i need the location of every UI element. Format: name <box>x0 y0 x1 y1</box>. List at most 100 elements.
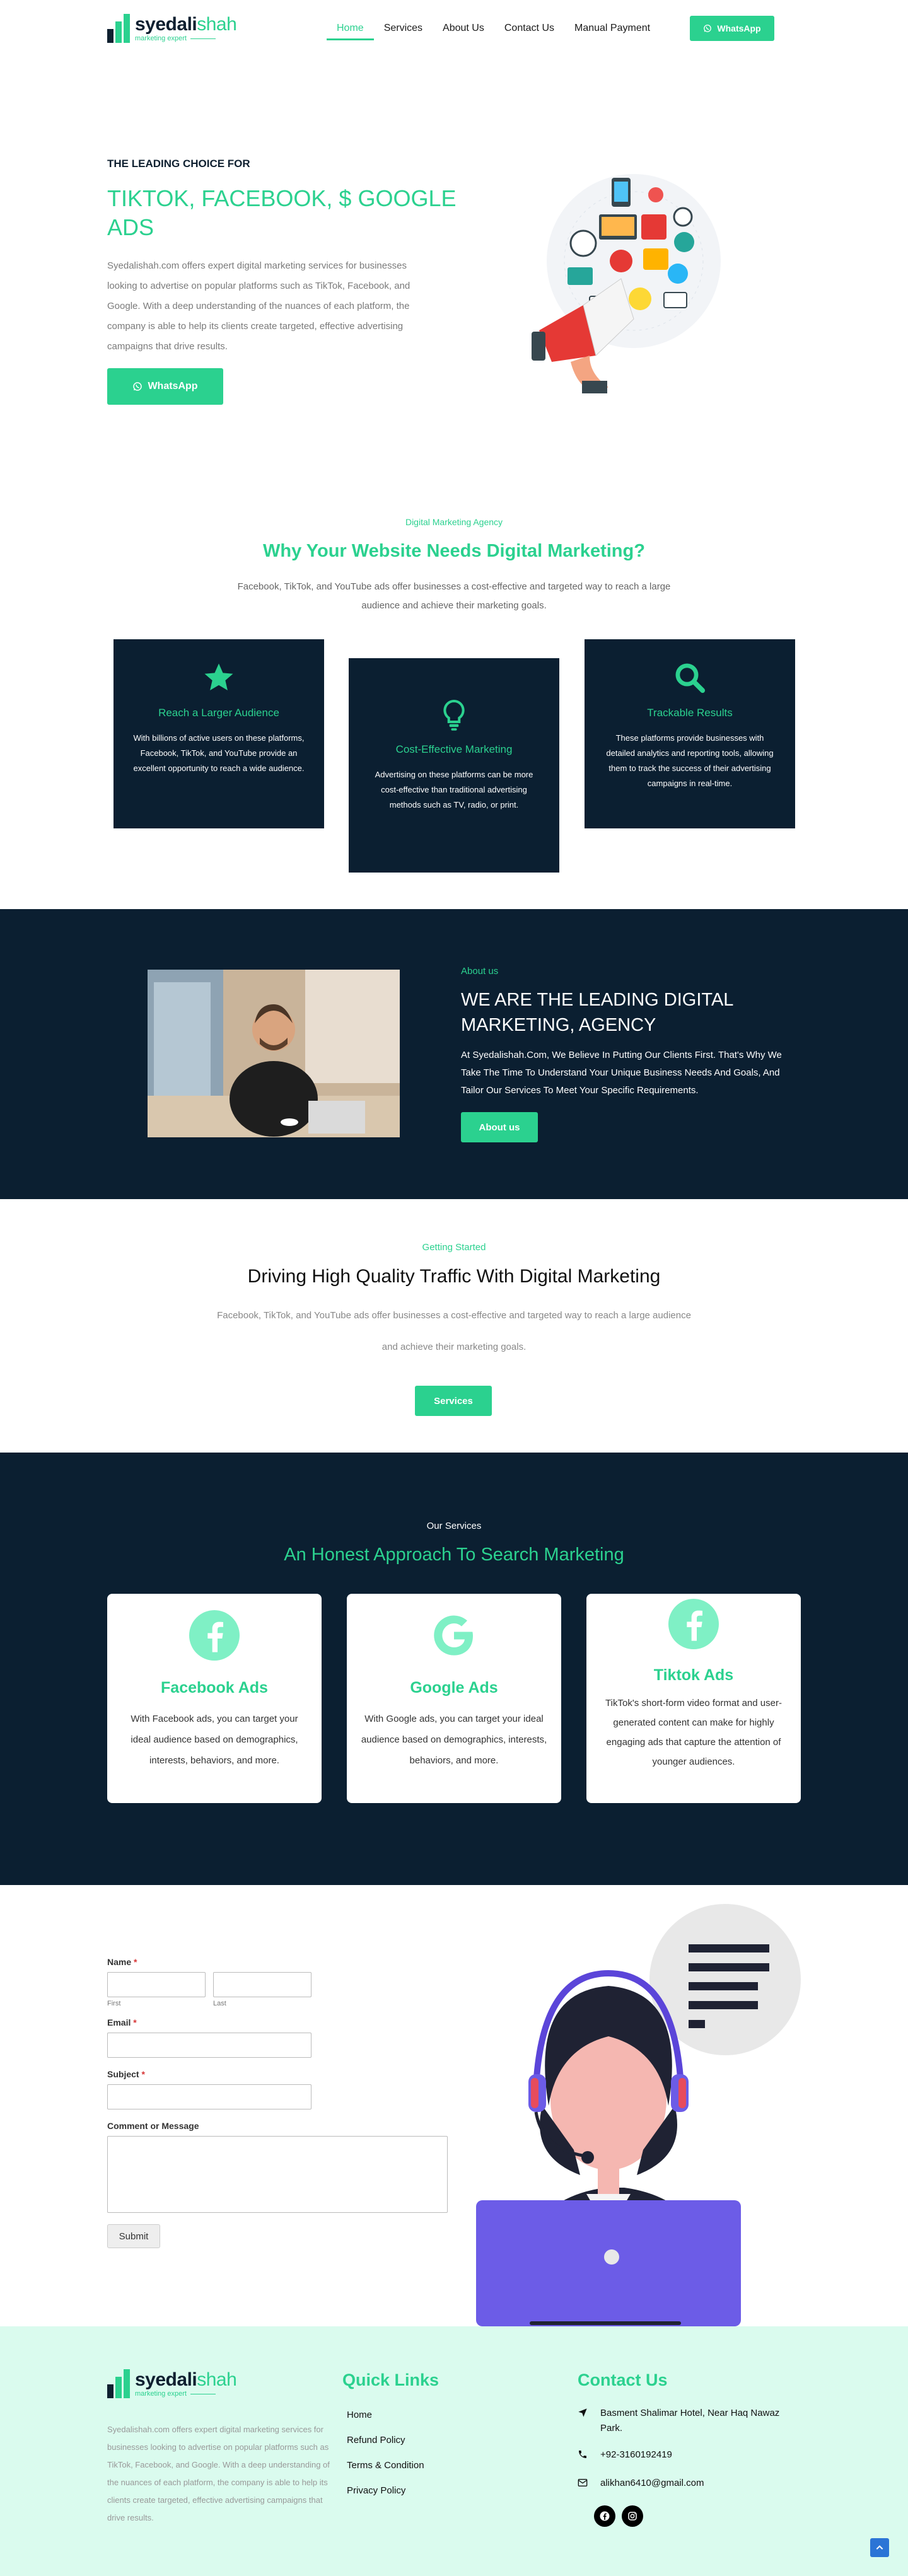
why-digital-marketing-section: Digital Marketing Agency Why Your Websit… <box>0 429 908 909</box>
footer-description: Syedalishah.com offers expert digital ma… <box>107 2425 330 2522</box>
why-title: Why Your Website Needs Digital Marketing… <box>263 541 645 561</box>
contact-phone[interactable]: +92-3160192419 <box>600 2447 672 2464</box>
facebook-icon <box>668 1599 719 1649</box>
feature-card-title: Reach a Larger Audience <box>158 707 279 719</box>
quick-links-title: Quick Links <box>342 2370 439 2389</box>
footer-logo[interactable]: syedalishah marketing expert <box>107 2369 237 2398</box>
search-icon <box>675 663 706 693</box>
about-kicker: About us <box>461 966 499 977</box>
feature-card-trackable: Trackable Results These platforms provid… <box>585 639 795 828</box>
facebook-icon <box>189 1610 240 1661</box>
subject-label: Subject <box>107 2069 139 2079</box>
feature-card-cost: Cost-Effective Marketing Advertising on … <box>349 658 559 873</box>
feature-card-desc: Advertising on these platforms can be mo… <box>375 770 533 809</box>
site-footer: syedalishah marketing expert Syedalishah… <box>0 2326 908 2576</box>
drive-description-line2: and achieve their marketing goals. <box>381 1342 527 1352</box>
site-logo[interactable]: syedalishah marketing expert <box>107 14 237 43</box>
submit-button[interactable]: Submit <box>107 2224 160 2248</box>
footer-link-privacy-policy[interactable]: Privacy Policy <box>347 2485 424 2510</box>
nav-about-us[interactable]: About Us <box>433 0 494 57</box>
services-section: Our Services An Honest Approach To Searc… <box>0 1453 908 1885</box>
service-desc: TikTok's short-form video format and use… <box>605 1698 782 1767</box>
logo-tagline: marketing expert <box>135 35 187 42</box>
feature-card-title: Trackable Results <box>647 707 733 719</box>
footer-link-home[interactable]: Home <box>347 2410 424 2435</box>
last-name-input[interactable] <box>213 1972 311 1997</box>
feature-card-desc: These platforms provide businesses with … <box>606 733 774 788</box>
contact-address: Basment Shalimar Hotel, Near Haq Nawaz P… <box>600 2408 780 2434</box>
scroll-to-top-button[interactable] <box>870 2538 889 2557</box>
site-header: syedalishah marketing expert Home Servic… <box>0 0 908 57</box>
service-title: Facebook Ads <box>161 1679 268 1697</box>
message-label: Comment or Message <box>107 2121 199 2131</box>
getting-started-section: Getting Started Driving High Quality Tra… <box>0 1199 908 1453</box>
whatsapp-icon <box>704 25 712 32</box>
last-sublabel: Last <box>213 2000 226 2007</box>
hero-whatsapp-button[interactable]: WhatsApp <box>107 368 223 405</box>
service-card-google: Google Ads With Google ads, you can targ… <box>347 1594 561 1803</box>
about-section: About us WE ARE THE LEADING DIGITAL MARK… <box>0 909 908 1199</box>
message-field[interactable] <box>107 2136 448 2213</box>
first-name-input[interactable] <box>107 1972 206 1997</box>
feature-card-desc: With billions of active users on these p… <box>133 733 305 773</box>
why-description: Facebook, TikTok, and YouTube ads offer … <box>237 581 671 611</box>
hero-section: THE LEADING CHOICE FOR TIKTOK, FACEBOOK,… <box>0 57 908 429</box>
contact-us-title: Contact Us <box>578 2370 668 2389</box>
logo-name-part1: syedali <box>135 14 197 35</box>
contact-section: Name * First Last Email * Subject * Comm… <box>0 1885 908 2326</box>
drive-title: Driving High Quality Traffic With Digita… <box>247 1266 661 1287</box>
services-kicker: Our Services <box>426 1521 482 1531</box>
location-arrow-icon <box>578 2406 589 2436</box>
feature-card-title: Cost-Effective Marketing <box>395 743 513 755</box>
footer-link-refund-policy[interactable]: Refund Policy <box>347 2435 424 2460</box>
about-description: At Syedalishah.Com, We Believe In Puttin… <box>461 1050 782 1096</box>
google-icon <box>434 1615 473 1656</box>
contact-info: Basment Shalimar Hotel, Near Haq Nawaz P… <box>578 2406 792 2504</box>
marketing-megaphone-illustration <box>532 174 721 393</box>
drive-description-line1: Facebook, TikTok, and YouTube ads offer … <box>217 1310 691 1321</box>
services-button[interactable]: Services <box>415 1386 492 1416</box>
logo-name-part2: shah <box>197 14 237 35</box>
header-whatsapp-button[interactable]: WhatsApp <box>690 16 774 41</box>
contact-email[interactable]: alikhan6410@gmail.com <box>600 2476 704 2493</box>
service-card-tiktok: Tiktok Ads TikTok's short-form video for… <box>586 1594 801 1803</box>
services-title: An Honest Approach To Search Marketing <box>284 1545 624 1565</box>
hero-description: Syedalishah.com offers expert digital ma… <box>107 260 410 352</box>
lightbulb-icon <box>443 699 465 731</box>
main-nav: Home Services About Us Contact Us Manual… <box>327 0 660 57</box>
instagram-icon[interactable] <box>622 2505 643 2527</box>
why-kicker: Digital Marketing Agency <box>405 517 503 527</box>
about-us-button[interactable]: About us <box>461 1112 538 1142</box>
logo-mark-icon <box>107 14 130 43</box>
hero-kicker: THE LEADING CHOICE FOR <box>107 158 250 170</box>
logo-mark-icon <box>107 2369 130 2398</box>
nav-services[interactable]: Services <box>374 0 433 57</box>
service-title: Google Ads <box>410 1679 498 1697</box>
footer-link-terms[interactable]: Terms & Condition <box>347 2460 424 2485</box>
about-title: WE ARE THE LEADING DIGITAL MARKETING, AG… <box>461 990 733 1035</box>
service-desc: With Google ads, you can target your ide… <box>361 1714 547 1766</box>
star-icon <box>204 663 233 691</box>
phone-icon <box>578 2447 589 2464</box>
service-card-facebook: Facebook Ads With Facebook ads, you can … <box>107 1594 322 1803</box>
hero-title: TIKTOK, FACEBOOK, $ GOOGLE ADS <box>107 185 457 240</box>
chevron-up-icon <box>876 2545 883 2550</box>
email-label: Email <box>107 2017 131 2028</box>
drive-kicker: Getting Started <box>422 1242 486 1253</box>
name-label: Name <box>107 1957 132 1967</box>
quick-links-list: Home Refund Policy Terms & Condition Pri… <box>347 2410 424 2510</box>
feature-card-audience: Reach a Larger Audience With billions of… <box>114 639 324 828</box>
social-links <box>594 2505 643 2527</box>
nav-contact-us[interactable]: Contact Us <box>494 0 564 57</box>
email-field[interactable] <box>107 2033 311 2058</box>
facebook-icon[interactable] <box>594 2505 615 2527</box>
support-agent-illustration <box>476 1904 801 2326</box>
service-desc: With Facebook ads, you can target your i… <box>131 1714 298 1766</box>
service-title: Tiktok Ads <box>653 1666 734 1684</box>
about-photo <box>148 970 400 1137</box>
first-sublabel: First <box>107 2000 121 2007</box>
whatsapp-icon <box>133 382 143 391</box>
subject-field[interactable] <box>107 2084 311 2109</box>
nav-manual-payment[interactable]: Manual Payment <box>564 0 660 57</box>
nav-home[interactable]: Home <box>327 0 374 57</box>
